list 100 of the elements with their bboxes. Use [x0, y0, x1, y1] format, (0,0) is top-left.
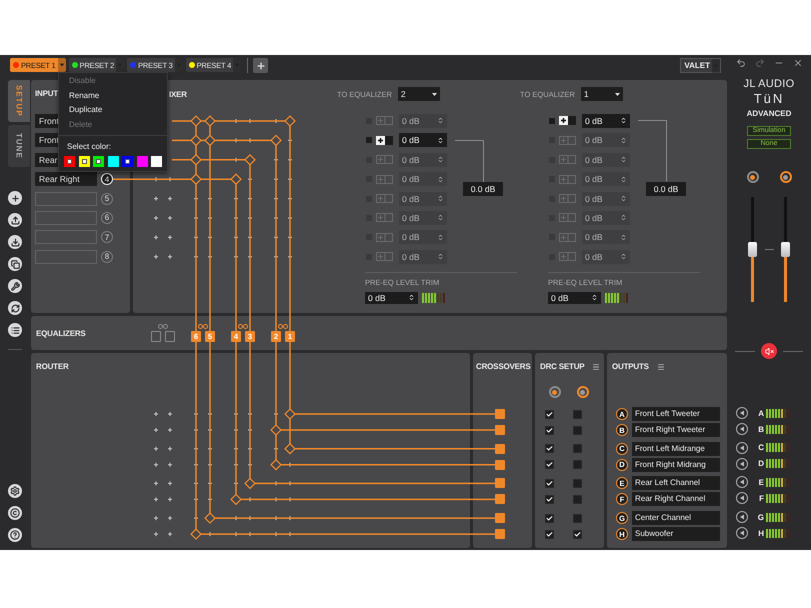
- gain-field[interactable]: 0 dB: [582, 192, 630, 206]
- route-toggle-icon[interactable]: [559, 213, 576, 222]
- checkbox[interactable]: [573, 410, 582, 418]
- color-swatch[interactable]: [64, 156, 75, 167]
- output-name-field[interactable]: Rear Left Channel: [632, 476, 720, 490]
- copy-icon[interactable]: [8, 257, 22, 271]
- route-toggle-icon[interactable]: [559, 136, 576, 145]
- gain-field[interactable]: 0 dB: [582, 152, 630, 167]
- gain-field[interactable]: 0 dB: [399, 172, 447, 186]
- output-name-field[interactable]: Subwoofer: [632, 527, 720, 542]
- gain-field[interactable]: 0 dB: [582, 210, 630, 225]
- menu-item[interactable]: Rename: [59, 88, 167, 103]
- slider-thumb[interactable]: [781, 242, 790, 256]
- link-icon[interactable]: [278, 324, 288, 329]
- route-toggle-icon[interactable]: [376, 252, 393, 262]
- mode-selector[interactable]: [576, 386, 588, 398]
- side-tab[interactable]: SETUP: [8, 80, 30, 122]
- side-tab[interactable]: TUNE: [8, 125, 30, 167]
- speaker-icon[interactable]: [736, 442, 748, 454]
- checkbox[interactable]: [545, 514, 554, 523]
- checkbox[interactable]: [545, 460, 554, 470]
- volume-slider[interactable]: [782, 197, 790, 302]
- gain-field[interactable]: 0 dB: [399, 152, 447, 167]
- settings-icon[interactable]: [8, 484, 22, 498]
- checkbox[interactable]: [573, 444, 582, 454]
- mode-selector[interactable]: [746, 171, 758, 183]
- redo-icon[interactable]: [754, 58, 764, 68]
- checkbox[interactable]: [545, 444, 554, 454]
- wrench-icon[interactable]: [8, 279, 22, 293]
- crossover-button[interactable]: [495, 460, 505, 470]
- output-name-field[interactable]: Front Left Midrange: [632, 442, 720, 456]
- copyright-icon[interactable]: [8, 506, 22, 520]
- input-name-field[interactable]: [35, 230, 97, 244]
- crossover-button[interactable]: [495, 513, 505, 524]
- link-icon[interactable]: [198, 324, 208, 329]
- speaker-icon[interactable]: [736, 476, 748, 488]
- speaker-icon[interactable]: [736, 527, 748, 540]
- undo-icon[interactable]: [736, 58, 746, 68]
- route-toggle-icon[interactable]: [559, 252, 576, 262]
- speaker-icon[interactable]: [736, 458, 748, 470]
- checkbox[interactable]: [545, 530, 554, 539]
- speaker-icon[interactable]: [736, 492, 748, 504]
- output-name-field[interactable]: Front Right Tweeter: [632, 423, 720, 437]
- color-swatch[interactable]: [151, 156, 162, 167]
- route-toggle-icon[interactable]: [376, 174, 393, 184]
- checkbox[interactable]: [573, 530, 582, 539]
- color-swatch[interactable]: [108, 156, 118, 167]
- input-name-field[interactable]: [35, 210, 97, 225]
- checkbox[interactable]: [545, 478, 554, 488]
- equalizer-select[interactable]: 1: [580, 87, 623, 101]
- slider-thumb[interactable]: [748, 242, 757, 256]
- refresh-icon[interactable]: [8, 301, 22, 315]
- gain-field[interactable]: 0 dB: [399, 230, 447, 244]
- color-swatch[interactable]: [93, 156, 104, 167]
- route-toggle-icon[interactable]: [376, 136, 393, 145]
- route-toggle-icon[interactable]: [376, 232, 393, 242]
- gain-field[interactable]: 0 dB: [399, 192, 447, 206]
- menu-icon[interactable]: [656, 363, 665, 371]
- output-name-field[interactable]: Front Left Tweeter: [632, 407, 720, 421]
- menu-item[interactable]: Duplicate: [59, 103, 167, 118]
- download-icon[interactable]: [8, 235, 22, 249]
- speaker-icon[interactable]: [736, 423, 748, 435]
- close-icon[interactable]: [792, 58, 802, 68]
- route-toggle-icon[interactable]: [376, 116, 393, 126]
- route-toggle-icon[interactable]: [559, 155, 576, 164]
- mode-selector[interactable]: [780, 171, 792, 183]
- trim-field[interactable]: 0 dB: [548, 292, 601, 304]
- speaker-icon[interactable]: [736, 511, 748, 524]
- list-icon[interactable]: [8, 323, 22, 337]
- gain-field[interactable]: 0 dB: [582, 114, 630, 128]
- route-toggle-icon[interactable]: [376, 213, 393, 222]
- checkbox[interactable]: [573, 478, 582, 488]
- link-icon[interactable]: [238, 324, 248, 329]
- upload-icon[interactable]: [8, 213, 22, 227]
- link-icon[interactable]: [158, 324, 168, 329]
- crossover-button[interactable]: [495, 478, 505, 488]
- help-icon[interactable]: [8, 528, 22, 542]
- trim-field[interactable]: 0 dB: [365, 292, 418, 304]
- gain-field[interactable]: 0 dB: [399, 114, 447, 128]
- mute-button[interactable]: [761, 343, 777, 359]
- crossover-button[interactable]: [495, 529, 505, 540]
- crossover-button[interactable]: [495, 444, 505, 454]
- color-swatch[interactable]: [136, 156, 148, 167]
- equalizer-slot[interactable]: [165, 331, 175, 342]
- equalizer-select[interactable]: 2: [398, 87, 440, 101]
- route-toggle-icon[interactable]: [559, 116, 576, 126]
- output-name-field[interactable]: Center Channel: [632, 511, 720, 526]
- output-name-field[interactable]: Front Right Midrang: [632, 458, 720, 472]
- add-preset-button[interactable]: [253, 58, 268, 73]
- output-name-field[interactable]: Rear Right Channel: [632, 492, 720, 506]
- crossover-button[interactable]: [495, 494, 505, 504]
- route-toggle-icon[interactable]: [559, 174, 576, 184]
- color-swatch[interactable]: [122, 156, 133, 167]
- checkbox[interactable]: [545, 426, 554, 434]
- gain-field[interactable]: 0 dB: [399, 133, 447, 148]
- mode-selector[interactable]: [548, 386, 560, 398]
- checkbox[interactable]: [573, 460, 582, 470]
- speaker-icon[interactable]: [736, 407, 748, 419]
- color-swatch[interactable]: [78, 156, 90, 167]
- input-name-field[interactable]: [35, 250, 97, 264]
